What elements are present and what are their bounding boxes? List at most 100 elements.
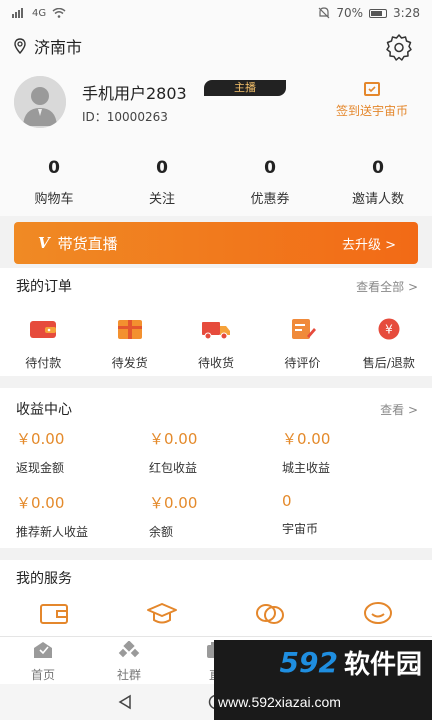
profile-header: 济南市 手机用户2803 主播 ID：10000263 签到送宇宙币 0 购物车…: [0, 26, 432, 216]
chat-bubbles-icon: [256, 604, 284, 624]
watermark-number: 592: [279, 645, 338, 679]
order-pending-review[interactable]: 待评价: [259, 318, 345, 371]
services-card: 我的服务: [0, 560, 432, 640]
order-label: 售后/退款: [362, 356, 415, 370]
order-status-row: 待付款 待发货 待收货 待评价 ¥ 售后/退款: [0, 318, 432, 371]
service-chat[interactable]: [216, 602, 324, 626]
earnings-row: ￥0.00 返现金额 ￥0.00 红包收益 ￥0.00 城主收益: [16, 428, 416, 492]
clock: 3:28: [393, 6, 420, 20]
signal-icon: [12, 8, 23, 18]
orders-view-all[interactable]: 查看全部 >: [356, 278, 418, 295]
earning-balance[interactable]: ￥0.00 余额: [149, 492, 282, 556]
username: 手机用户2803: [82, 84, 187, 103]
wifi-icon: [52, 8, 66, 18]
signin-label: 签到送宇宙币: [335, 104, 408, 118]
back-icon[interactable]: [117, 694, 133, 710]
banner-title: 带货直播: [57, 234, 118, 253]
stat-label: 关注: [148, 192, 175, 207]
earning-redpacket[interactable]: ￥0.00 红包收益: [149, 428, 282, 492]
order-label: 待发货: [111, 356, 148, 370]
stat-value: 0: [264, 158, 276, 178]
stat-label: 购物车: [34, 192, 74, 207]
status-bar: 4G 70% 3:28: [0, 0, 432, 26]
earning-coins[interactable]: 0 宇宙币: [282, 492, 415, 556]
earning-value: ￥0.00: [149, 494, 198, 512]
city-name: 济南市: [34, 38, 83, 57]
order-label: 待收货: [198, 356, 235, 370]
earning-label: 返现金额: [16, 461, 65, 475]
earning-label: 推荐新人收益: [16, 525, 89, 539]
stat-value: 0: [156, 158, 168, 178]
role-badge: 主播: [204, 80, 286, 96]
earnings-row: ￥0.00 推荐新人收益 ￥0.00 余额 0 宇宙币: [16, 492, 416, 556]
vip-logo-icon: V: [38, 234, 50, 252]
package-icon: [117, 320, 142, 339]
network-type: 4G: [32, 7, 47, 19]
calendar-check-icon: [364, 82, 380, 96]
service-course[interactable]: [108, 602, 216, 626]
stat-cart[interactable]: 0 购物车: [0, 158, 108, 207]
stat-label: 优惠券: [250, 192, 290, 207]
services-title: 我的服务: [16, 571, 72, 587]
stat-value: 0: [48, 158, 60, 178]
status-right: 70% 3:28: [318, 6, 420, 20]
location-pin-icon: [14, 38, 26, 54]
svg-text:¥: ¥: [385, 323, 393, 337]
home-icon: [34, 642, 52, 658]
earnings-title: 收益中心: [16, 402, 72, 418]
battery-icon: [369, 8, 388, 18]
upgrade-link[interactable]: 去升级 >: [342, 234, 396, 253]
earning-referral[interactable]: ￥0.00 推荐新人收益: [16, 492, 149, 556]
earning-label: 宇宙币: [282, 522, 319, 536]
order-pending-payment[interactable]: 待付款: [0, 318, 86, 371]
watermark-logo: 592 软件园: [214, 640, 432, 684]
orders-title: 我的订单: [16, 279, 72, 295]
stat-coupons[interactable]: 0 优惠券: [216, 158, 324, 207]
tab-label: 首页: [30, 668, 55, 682]
order-label: 待付款: [25, 356, 62, 370]
earning-citylord[interactable]: ￥0.00 城主收益: [282, 428, 415, 492]
earning-value: ￥0.00: [16, 494, 65, 512]
earnings-view[interactable]: 查看 >: [380, 401, 418, 418]
earnings-grid: ￥0.00 返现金额 ￥0.00 红包收益 ￥0.00 城主收益 ￥0.00 推…: [16, 428, 416, 556]
order-pending-receipt[interactable]: 待收货: [173, 318, 259, 371]
default-avatar-icon: [14, 76, 66, 128]
avatar[interactable]: [14, 76, 66, 128]
orders-card: 我的订单 查看全部 > 待付款 待发货 待收货 待评价 ¥ 售后/退款: [0, 268, 432, 376]
order-label: 待评价: [284, 356, 321, 370]
earning-label: 余额: [149, 525, 174, 539]
stat-follow[interactable]: 0 关注: [108, 158, 216, 207]
wallet-outline-icon: [40, 604, 68, 624]
earning-value: 0: [282, 492, 292, 510]
live-sales-banner[interactable]: V 带货直播 去升级 >: [14, 222, 418, 264]
settings-gear-icon[interactable]: [384, 32, 414, 62]
service-wallet[interactable]: [0, 602, 108, 626]
order-refund[interactable]: ¥ 售后/退款: [346, 318, 432, 371]
order-pending-shipment[interactable]: 待发货: [86, 318, 172, 371]
stat-invites[interactable]: 0 邀请人数: [324, 158, 432, 207]
battery-percent: 70%: [336, 6, 364, 20]
banner-left: V 带货直播: [38, 233, 118, 254]
mute-icon: [318, 7, 330, 19]
orders-header: 我的订单 查看全部 >: [0, 268, 432, 304]
services-header: 我的服务: [0, 560, 432, 596]
tab-home[interactable]: 首页: [0, 637, 86, 684]
community-icon: [118, 640, 140, 658]
review-icon: [292, 319, 317, 339]
stat-label: 邀请人数: [351, 192, 404, 207]
location[interactable]: 济南市: [14, 34, 82, 58]
earnings-header: 收益中心 查看 >: [0, 388, 432, 430]
services-row: [0, 602, 432, 626]
service-support[interactable]: [324, 602, 432, 626]
earning-cashback[interactable]: ￥0.00 返现金额: [16, 428, 149, 492]
tab-community[interactable]: 社群: [86, 637, 172, 684]
status-left: 4G: [12, 8, 66, 19]
user-id: ID：10000263: [82, 110, 168, 124]
earning-label: 城主收益: [282, 461, 331, 475]
graduation-cap-icon: [147, 603, 177, 624]
stat-value: 0: [372, 158, 384, 178]
earning-label: 红包收益: [149, 461, 198, 475]
wallet-icon: [30, 321, 57, 338]
signin-button[interactable]: 签到送宇宙币: [328, 82, 416, 119]
earnings-card: 收益中心 查看 > ￥0.00 返现金额 ￥0.00 红包收益 ￥0.00 城主…: [0, 388, 432, 548]
